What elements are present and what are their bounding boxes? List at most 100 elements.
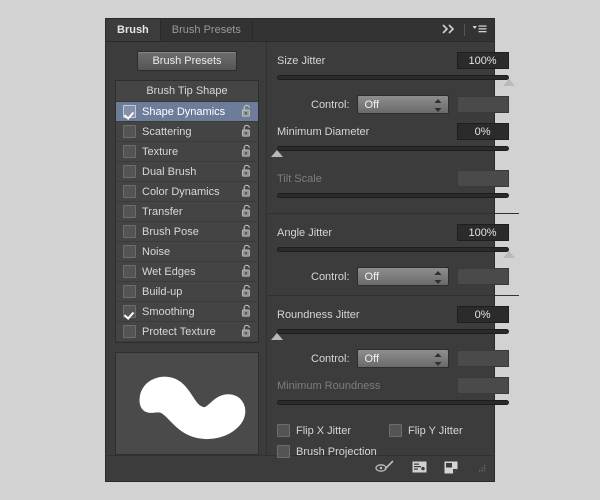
- tilt-scale-track: [277, 193, 509, 198]
- tab-brush-presets-label: Brush Presets: [172, 24, 241, 36]
- panel-menu-icon[interactable]: [472, 24, 487, 37]
- brush-option-label: Shape Dynamics: [142, 106, 241, 118]
- brush-tip-shape-header[interactable]: Brush Tip Shape: [116, 81, 258, 102]
- flip-y-jitter-row[interactable]: Flip Y Jitter: [389, 424, 463, 437]
- roundness-jitter-slider[interactable]: [277, 328, 509, 340]
- brush-option-row[interactable]: Color Dynamics: [116, 182, 258, 202]
- angle-control-extra-value[interactable]: [457, 268, 509, 285]
- size-jitter-track: [277, 75, 509, 80]
- unlocked-icon[interactable]: [241, 124, 253, 140]
- brush-option-checkbox[interactable]: [123, 225, 136, 238]
- size-control-select[interactable]: Off: [357, 95, 449, 114]
- brush-option-checkbox[interactable]: [123, 305, 136, 318]
- brush-option-checkbox[interactable]: [123, 145, 136, 158]
- brush-option-row[interactable]: Noise: [116, 242, 258, 262]
- brush-option-row[interactable]: Wet Edges: [116, 262, 258, 282]
- angle-jitter-handle[interactable]: [503, 251, 515, 258]
- brush-option-row[interactable]: Dual Brush: [116, 162, 258, 182]
- minimum-diameter-handle[interactable]: [271, 150, 283, 157]
- roundness-jitter-handle[interactable]: [271, 333, 283, 340]
- size-jitter-value[interactable]: 100%: [457, 52, 509, 69]
- brush-option-label: Wet Edges: [142, 266, 241, 278]
- flip-y-jitter-checkbox[interactable]: [389, 424, 402, 437]
- brush-options-sidebar: Brush Presets Brush Tip Shape Shape Dyna…: [106, 42, 266, 455]
- brush-option-checkbox[interactable]: [123, 125, 136, 138]
- brush-option-row[interactable]: Scattering: [116, 122, 258, 142]
- brush-option-checkbox[interactable]: [123, 245, 136, 258]
- unlocked-icon[interactable]: [241, 224, 253, 240]
- minimum-roundness-value: [457, 377, 509, 394]
- brush-option-checkbox[interactable]: [123, 285, 136, 298]
- brush-option-checkbox[interactable]: [123, 265, 136, 278]
- chevron-updown-icon: [434, 353, 442, 369]
- tab-brush-presets[interactable]: Brush Presets: [161, 19, 253, 41]
- unlocked-icon[interactable]: [241, 104, 253, 120]
- angle-jitter-label: Angle Jitter: [277, 227, 457, 239]
- flip-x-jitter-checkbox[interactable]: [277, 424, 290, 437]
- size-control-value: Off: [365, 99, 379, 111]
- brush-option-checkbox[interactable]: [123, 205, 136, 218]
- brush-projection-row[interactable]: Brush Projection: [277, 445, 509, 458]
- size-control-extra-value[interactable]: [457, 96, 509, 113]
- brush-option-label: Noise: [142, 246, 241, 258]
- chevron-updown-icon: [434, 271, 442, 287]
- brush-option-row[interactable]: Protect Texture: [116, 322, 258, 342]
- brush-option-label: Transfer: [142, 206, 241, 218]
- brush-option-checkbox[interactable]: [123, 185, 136, 198]
- brush-option-row[interactable]: Shape Dynamics: [116, 102, 258, 122]
- minimum-diameter-label: Minimum Diameter: [277, 126, 457, 138]
- brush-option-row[interactable]: Texture: [116, 142, 258, 162]
- brush-panel: Brush Brush Presets: [105, 18, 495, 482]
- panel-body: Brush Presets Brush Tip Shape Shape Dyna…: [106, 42, 494, 455]
- brush-option-row[interactable]: Transfer: [116, 202, 258, 222]
- roundness-control-extra-value[interactable]: [457, 350, 509, 367]
- size-jitter-handle[interactable]: [503, 79, 515, 86]
- brush-option-row[interactable]: Build-up: [116, 282, 258, 302]
- unlocked-icon[interactable]: [241, 244, 253, 260]
- flip-options-section: Flip X Jitter Flip Y Jitter Brush Projec…: [267, 420, 519, 467]
- brush-stroke-preview: [115, 352, 259, 455]
- unlocked-icon[interactable]: [241, 144, 253, 160]
- unlocked-icon[interactable]: [241, 184, 253, 200]
- brush-option-label: Brush Pose: [142, 226, 241, 238]
- flip-x-jitter-row[interactable]: Flip X Jitter: [277, 424, 389, 437]
- roundness-jitter-track: [277, 329, 509, 334]
- brush-projection-label: Brush Projection: [296, 446, 377, 458]
- brush-option-row[interactable]: Brush Pose: [116, 222, 258, 242]
- minimum-diameter-value[interactable]: 0%: [457, 123, 509, 140]
- unlocked-icon[interactable]: [241, 284, 253, 300]
- minimum-roundness-section: Minimum Roundness: [267, 377, 519, 420]
- unlocked-icon[interactable]: [241, 164, 253, 180]
- angle-jitter-track: [277, 247, 509, 252]
- brush-option-checkbox[interactable]: [123, 105, 136, 118]
- angle-jitter-section: Angle Jitter 100% Control: Off: [267, 213, 519, 295]
- unlocked-icon[interactable]: [241, 324, 253, 340]
- roundness-control-select[interactable]: Off: [357, 349, 449, 368]
- roundness-control-value: Off: [365, 353, 379, 365]
- tab-icon-divider: [464, 24, 465, 36]
- size-control-label: Control:: [311, 99, 350, 111]
- brush-stroke-shape: [116, 353, 259, 454]
- unlocked-icon[interactable]: [241, 204, 253, 220]
- brush-option-checkbox[interactable]: [123, 325, 136, 338]
- brush-option-checkbox[interactable]: [123, 165, 136, 178]
- unlocked-icon[interactable]: [241, 264, 253, 280]
- resize-grip-icon[interactable]: [477, 464, 486, 473]
- unlocked-icon[interactable]: [241, 304, 253, 320]
- tilt-scale-slider: [277, 192, 509, 204]
- tilt-scale-section: Tilt Scale: [267, 166, 519, 213]
- roundness-jitter-value[interactable]: 0%: [457, 306, 509, 323]
- angle-control-select[interactable]: Off: [357, 267, 449, 286]
- brush-presets-button[interactable]: Brush Presets: [137, 51, 236, 71]
- size-jitter-slider[interactable]: [277, 74, 509, 86]
- tab-brush[interactable]: Brush: [106, 19, 161, 41]
- brush-projection-checkbox[interactable]: [277, 445, 290, 458]
- size-jitter-label: Size Jitter: [277, 55, 457, 67]
- size-jitter-section: Size Jitter 100% Control: Off: [267, 42, 519, 123]
- angle-jitter-slider[interactable]: [277, 246, 509, 258]
- brush-option-label: Dual Brush: [142, 166, 241, 178]
- angle-jitter-value[interactable]: 100%: [457, 224, 509, 241]
- minimum-diameter-slider[interactable]: [277, 145, 509, 157]
- brush-option-row[interactable]: Smoothing: [116, 302, 258, 322]
- double-chevron-right-icon[interactable]: [442, 24, 457, 37]
